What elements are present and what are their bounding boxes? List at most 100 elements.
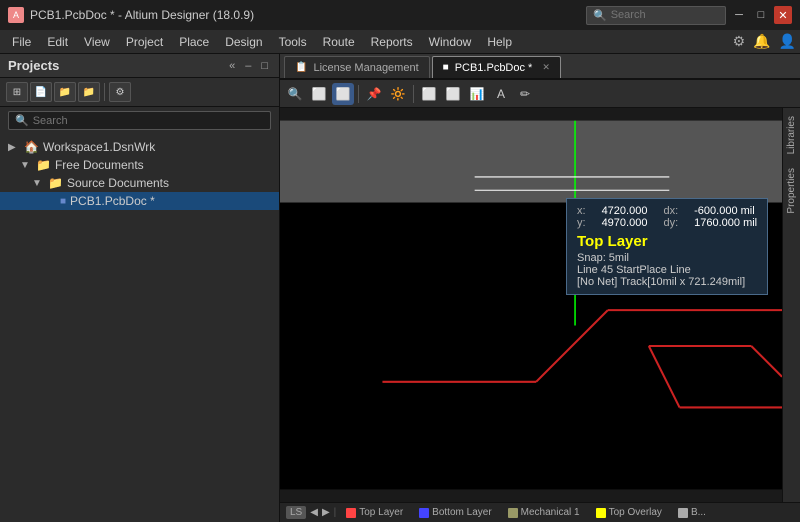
layer-b-dot	[678, 508, 688, 518]
y-label: y:	[577, 217, 586, 229]
tree-expand-source-docs: ▼	[32, 178, 44, 189]
tree-source-docs[interactable]: ▼ 📁 Source Documents	[0, 174, 279, 192]
tree-free-docs[interactable]: ▼ 📁 Free Documents	[0, 156, 279, 174]
notification-icon[interactable]: 🔔	[753, 33, 770, 50]
layer-overlay-label: Top Overlay	[609, 507, 662, 518]
free-docs-icon: 📁	[36, 158, 51, 172]
tree-expand-workspace: ▶	[8, 142, 20, 153]
menu-edit[interactable]: Edit	[39, 33, 76, 51]
tab-pcb1-doc[interactable]: ■ PCB1.PcbDoc * ✕	[432, 56, 561, 78]
panel-search-icon: 🔍	[15, 114, 29, 127]
status-bar: LS ◀ ▶ | Top Layer Bottom Layer Mechanic…	[280, 502, 800, 522]
toolbar-folder2-btn[interactable]: 📁	[78, 82, 100, 102]
rs-tab-libraries[interactable]: Libraries	[784, 110, 799, 160]
dy-label: dy:	[663, 217, 678, 229]
main-layout: Projects « – □ ⊞ 📄 📁 📁 ⚙ 🔍 ▶ 🏠 Workspace…	[0, 54, 800, 522]
user-icon[interactable]: 👤	[779, 33, 796, 50]
pcb-toolbar-sep1	[358, 85, 359, 103]
pcb-btn-text[interactable]: A	[490, 83, 512, 105]
projects-panel: Projects « – □ ⊞ 📄 📁 📁 ⚙ 🔍 ▶ 🏠 Workspace…	[0, 54, 280, 522]
menu-tools[interactable]: Tools	[271, 33, 315, 51]
tab-bar: 📋 License Management ■ PCB1.PcbDoc * ✕	[280, 54, 800, 80]
settings-icon[interactable]: ⚙	[733, 33, 746, 50]
toolbar-add-btn[interactable]: ⊞	[6, 82, 28, 102]
toolbar-folder-btn[interactable]: 📁	[54, 82, 76, 102]
pcb-btn-3d[interactable]: ⬜	[442, 83, 464, 105]
layer-top-label: Top Layer	[359, 507, 403, 518]
menu-file[interactable]: File	[4, 33, 39, 51]
panel-search-input[interactable]	[33, 115, 264, 127]
panel-toolbar: ⊞ 📄 📁 📁 ⚙	[0, 78, 279, 107]
menu-bar: File Edit View Project Place Design Tool…	[0, 30, 800, 54]
tree-workspace[interactable]: ▶ 🏠 Workspace1.DsnWrk	[0, 138, 279, 156]
free-docs-label: Free Documents	[55, 158, 144, 172]
maximize-button[interactable]: □	[752, 6, 770, 24]
menu-project[interactable]: Project	[118, 33, 171, 51]
pcb-btn-chart[interactable]: 📊	[466, 83, 488, 105]
pcb-toolbar: 🔍 ⬜ ⬜ 📌 🔆 ⬜ ⬜ 📊 A ✏	[280, 80, 800, 108]
layer-top[interactable]: Top Layer	[340, 507, 409, 518]
panel-title: Projects	[8, 58, 59, 73]
layer-bottom-label: Bottom Layer	[432, 507, 491, 518]
layer-mech-dot	[508, 508, 518, 518]
layer-bottom[interactable]: Bottom Layer	[413, 507, 497, 518]
layer-top-overlay[interactable]: Top Overlay	[590, 507, 668, 518]
tab-pcb1-label: PCB1.PcbDoc *	[455, 62, 533, 74]
menu-help[interactable]: Help	[479, 33, 520, 51]
menu-window[interactable]: Window	[421, 33, 480, 51]
panel-header: Projects « – □	[0, 54, 279, 78]
rs-tab-properties[interactable]: Properties	[784, 162, 799, 220]
menu-design[interactable]: Design	[217, 33, 270, 51]
pcb-drawing	[280, 108, 782, 502]
minimize-button[interactable]: ─	[730, 6, 748, 24]
title-search-input[interactable]	[611, 9, 711, 21]
pcb-btn-route[interactable]: ⬜	[332, 83, 354, 105]
pcb-btn-highlight[interactable]: 🔆	[387, 83, 409, 105]
right-panel: 📋 License Management ■ PCB1.PcbDoc * ✕ 🔍…	[280, 54, 800, 522]
title-search-box[interactable]: 🔍	[586, 6, 726, 25]
pcb-btn-pin[interactable]: 📌	[363, 83, 385, 105]
window-title: PCB1.PcbDoc * - Altium Designer (18.0.9)	[30, 8, 254, 22]
pcb-btn-draw[interactable]: ✏	[514, 83, 536, 105]
line-info: Line 45 StartPlace Line	[577, 264, 757, 276]
dx-val: -600.000 mil	[694, 205, 755, 217]
close-button[interactable]: ✕	[774, 6, 792, 24]
menu-route[interactable]: Route	[315, 33, 363, 51]
layer-b[interactable]: B...	[672, 507, 712, 518]
pcb1-icon: ■	[60, 196, 66, 207]
layer-bottom-dot	[419, 508, 429, 518]
x-val: 4720.000	[602, 205, 648, 217]
title-bar: A PCB1.PcbDoc * - Altium Designer (18.0.…	[0, 0, 800, 30]
menu-place[interactable]: Place	[171, 33, 217, 51]
info-tooltip: x: 4720.000 dx: -600.000 mil y: 4970.000…	[566, 198, 768, 295]
layer-b-label: B...	[691, 507, 706, 518]
app-icon: A	[8, 7, 24, 23]
panel-collapse-btn[interactable]: «	[226, 59, 238, 73]
tab-license-management[interactable]: 📋 License Management	[284, 56, 430, 78]
layer-mechanical-label: Mechanical 1	[521, 507, 580, 518]
pcb-canvas[interactable]: x: 4720.000 dx: -600.000 mil y: 4970.000…	[280, 108, 782, 502]
toolbar-file-btn[interactable]: 📄	[30, 82, 52, 102]
menu-view[interactable]: View	[76, 33, 118, 51]
title-right: 🔍 ─ □ ✕	[586, 6, 792, 25]
pcb-btn-zoom-in[interactable]: 🔍	[284, 83, 306, 105]
status-sep1: |	[334, 507, 337, 518]
panel-min-btn[interactable]: –	[242, 59, 254, 73]
layer-mechanical[interactable]: Mechanical 1	[502, 507, 586, 518]
menu-reports[interactable]: Reports	[363, 33, 421, 51]
dy-val: 1760.000 mil	[694, 217, 757, 229]
panel-max-btn[interactable]: □	[258, 59, 271, 73]
source-docs-label: Source Documents	[67, 176, 169, 190]
pcb-btn-select[interactable]: ⬜	[308, 83, 330, 105]
panel-search-box[interactable]: 🔍	[8, 111, 271, 130]
y-val: 4970.000	[602, 217, 648, 229]
nav-next-btn[interactable]: ▶	[322, 507, 330, 518]
tree-pcb1-doc[interactable]: ■ PCB1.PcbDoc *	[0, 192, 279, 210]
pcb-btn-measure[interactable]: ⬜	[418, 83, 440, 105]
toolbar-settings-btn[interactable]: ⚙	[109, 82, 131, 102]
layer-overlay-dot	[596, 508, 606, 518]
tab-pcb1-close[interactable]: ✕	[542, 62, 550, 73]
snap-info: Snap: 5mil	[577, 252, 757, 264]
tree-expand-free-docs: ▼	[20, 160, 32, 171]
nav-prev-btn[interactable]: ◀	[310, 507, 318, 518]
